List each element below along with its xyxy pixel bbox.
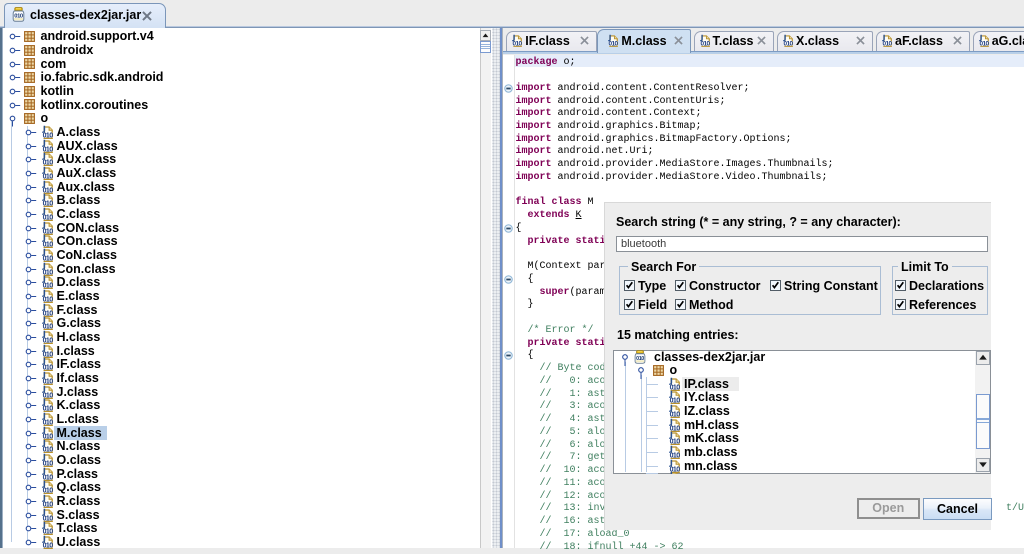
svg-text:010: 010 [14, 14, 23, 20]
svg-text:010: 010 [700, 40, 709, 46]
svg-text:010: 010 [979, 40, 988, 46]
svg-text:010: 010 [784, 40, 793, 46]
svg-text:010: 010 [513, 40, 522, 46]
svg-text:010: 010 [883, 40, 892, 46]
svg-text:010: 010 [609, 40, 618, 46]
svg-text:010: 010 [636, 356, 644, 362]
